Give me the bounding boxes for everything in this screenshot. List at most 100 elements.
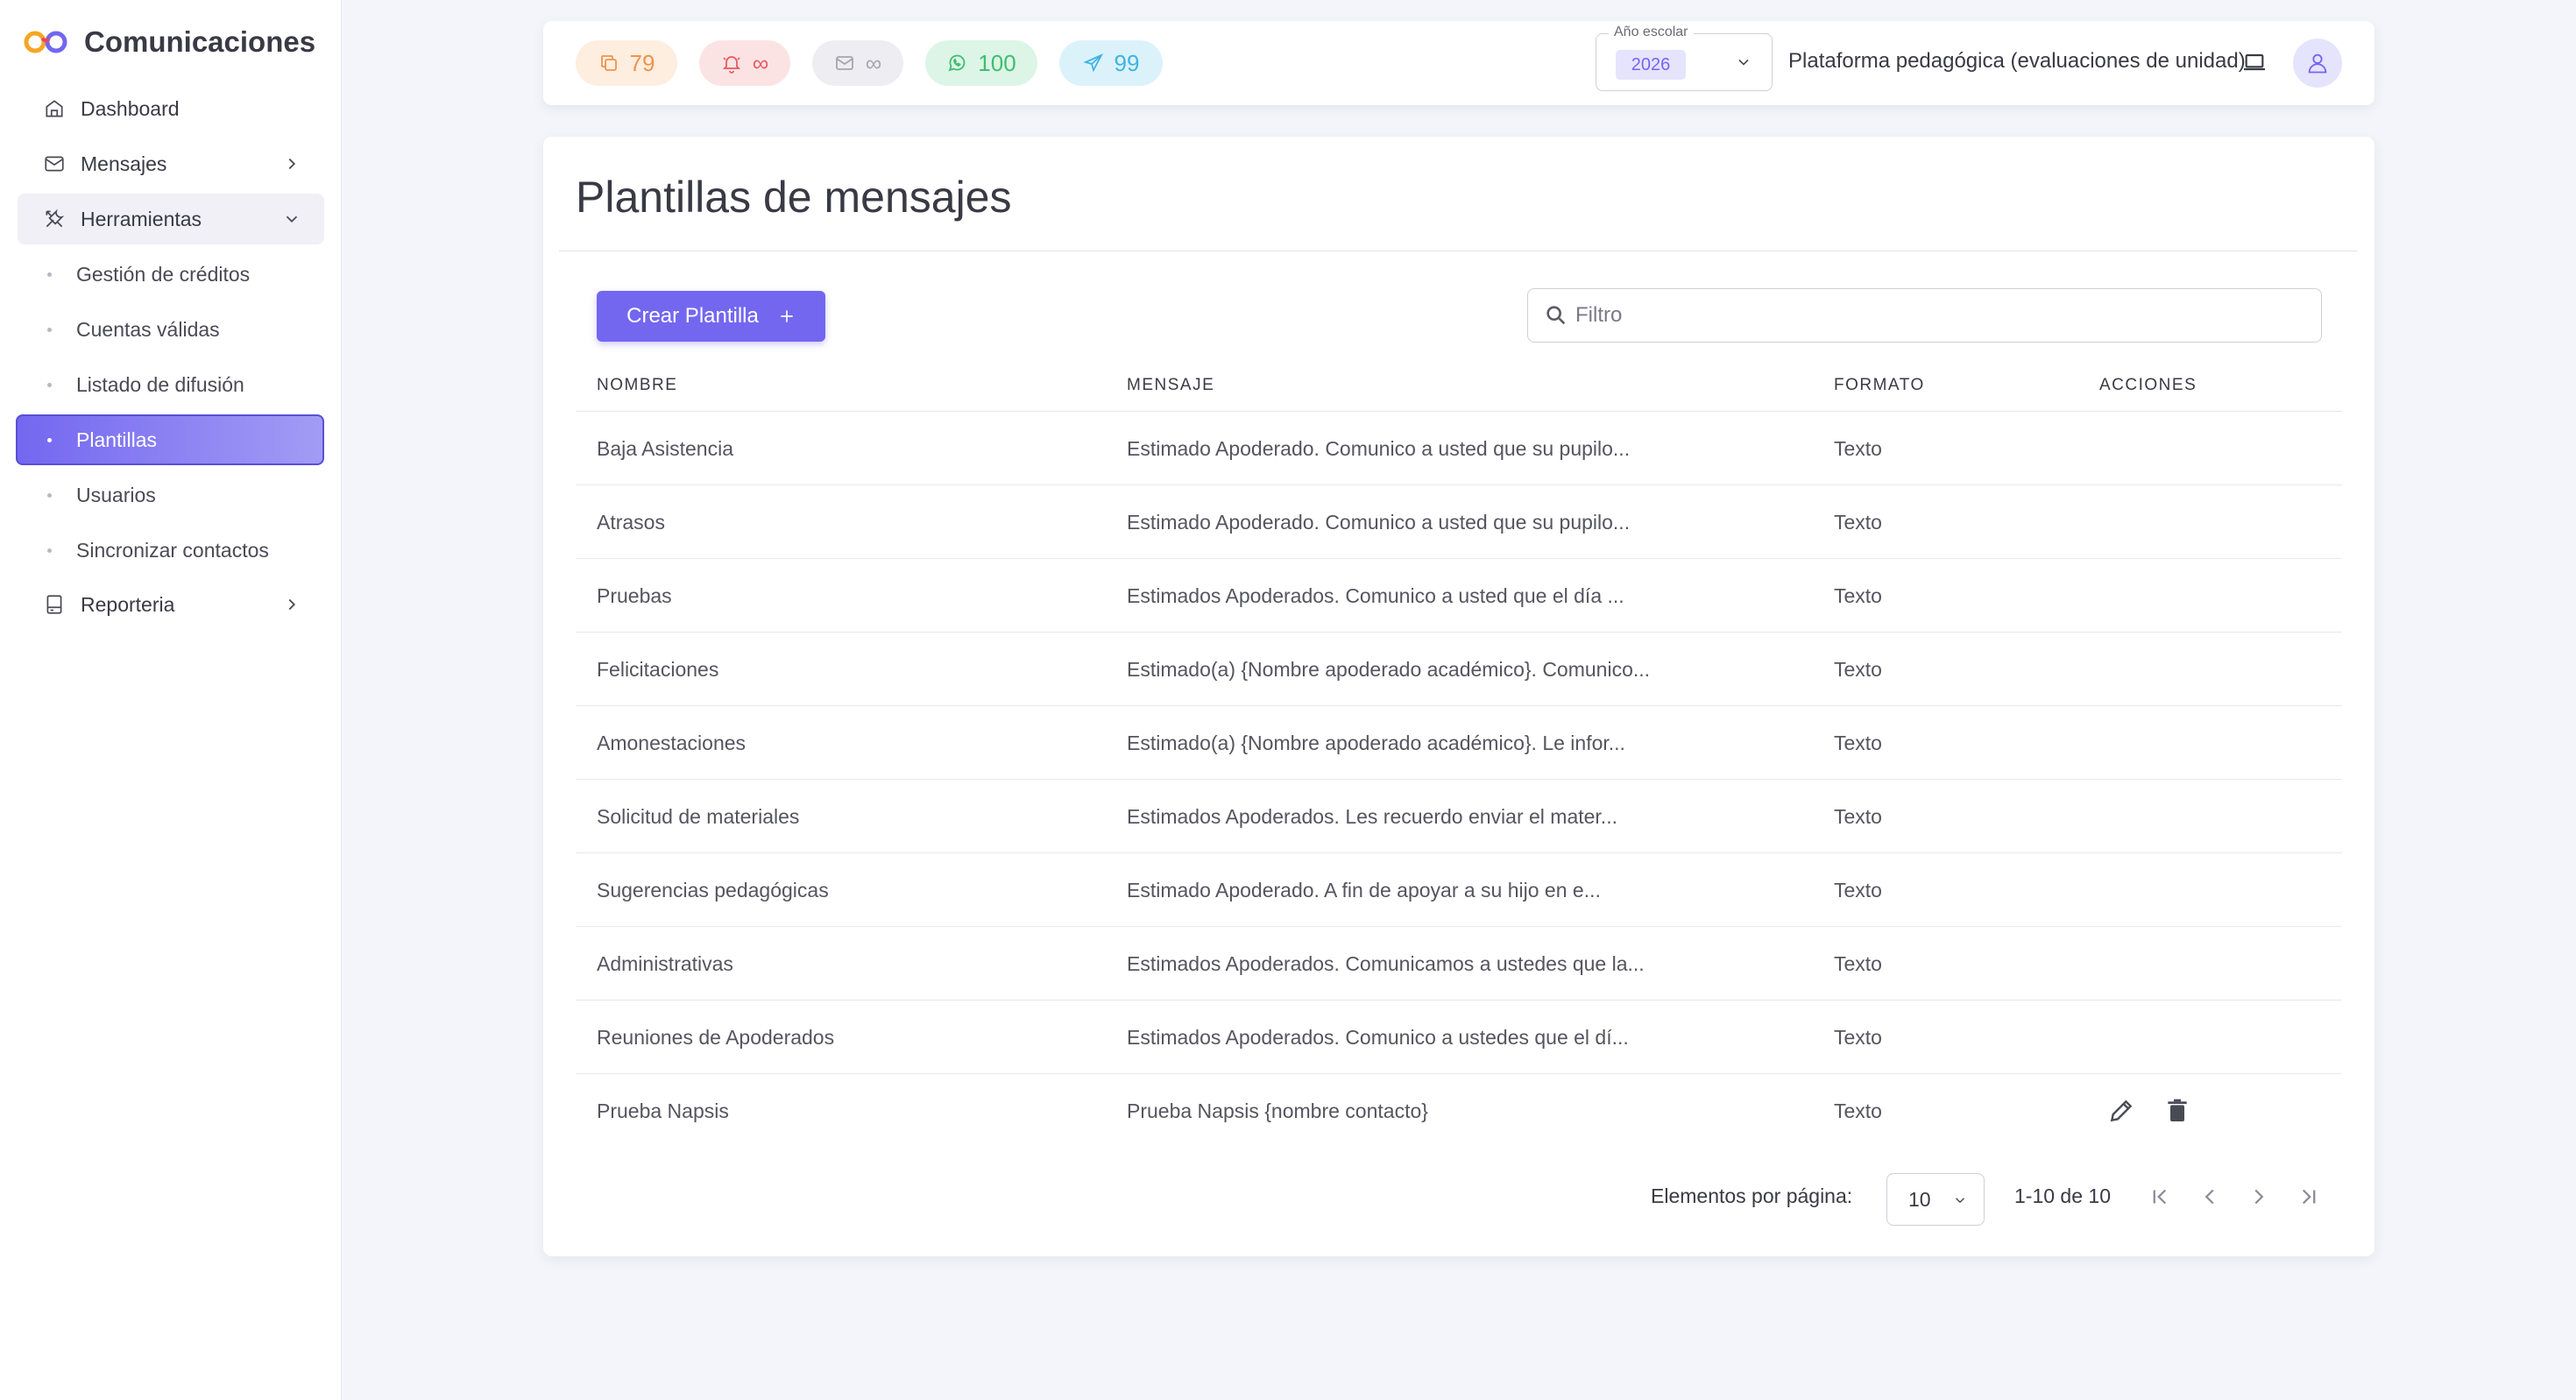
telegram-counter[interactable]: 99 <box>1059 40 1163 86</box>
email-counter[interactable]: ∞ <box>812 40 903 86</box>
items-per-page-value: 10 <box>1908 1187 1931 1211</box>
cell-message: Estimado(a) {Nombre apoderado académico}… <box>1127 658 1651 681</box>
avatar[interactable] <box>2293 39 2342 88</box>
laptop-icon[interactable] <box>2240 48 2268 76</box>
sidebar-item-reporteria[interactable]: Reporteria <box>18 579 324 630</box>
school-year-select[interactable]: Año escolar 2026 <box>1596 25 1773 91</box>
items-per-page-label: Elementos por página: <box>1651 1184 1853 1207</box>
sidebar-subitem-label: Plantillas <box>76 428 158 451</box>
first-page-icon <box>2153 1189 2167 1205</box>
logo-icon <box>24 31 67 53</box>
column-header-formato[interactable]: FORMATO <box>1834 359 1925 412</box>
chevron-right-icon <box>288 158 296 170</box>
sidebar-subitem-cuentas-validas[interactable]: Cuentas válidas <box>16 304 324 355</box>
filter-input[interactable] <box>1575 303 2294 328</box>
report-icon <box>42 592 67 617</box>
sidebar: Comunicaciones Dashboard Mensajes Herram… <box>0 0 342 1400</box>
bullet-icon <box>47 437 52 442</box>
alerts-counter[interactable]: ∞ <box>699 40 790 86</box>
credits-counter[interactable]: 79 <box>576 40 677 86</box>
table-row[interactable]: Felicitaciones Estimado(a) {Nombre apode… <box>576 633 2342 706</box>
column-header-mensaje[interactable]: MENSAJE <box>1127 359 1214 412</box>
create-template-label: Crear Plantilla <box>626 304 759 328</box>
school-year-chip: 2026 <box>1616 50 1686 80</box>
last-page-button[interactable] <box>2296 1184 2322 1210</box>
cell-format: Texto <box>1834 511 1882 534</box>
cell-message: Estimado Apoderado. Comunico a usted que… <box>1127 511 1631 534</box>
sidebar-item-label: Dashboard <box>81 96 180 120</box>
copy-icon <box>600 55 617 71</box>
cell-format: Texto <box>1834 437 1882 460</box>
cell-name: Administrativas <box>597 952 733 975</box>
whatsapp-counter[interactable]: 100 <box>925 40 1037 86</box>
sidebar-subitem-plantillas[interactable]: Plantillas <box>16 414 324 465</box>
cell-name: Felicitaciones <box>597 658 719 681</box>
chevron-left-icon <box>2204 1189 2214 1205</box>
delete-icon[interactable] <box>2163 1097 2191 1125</box>
sidebar-item-herramientas[interactable]: Herramientas <box>18 194 324 244</box>
table-row[interactable]: Baja Asistencia Estimado Apoderado. Comu… <box>576 412 2342 485</box>
sidebar-subitem-sincronizar-contactos[interactable]: Sincronizar contactos <box>16 525 324 576</box>
cell-message: Estimados Apoderados. Les recuerdo envia… <box>1127 805 1617 828</box>
items-per-page-select[interactable]: 10 <box>1886 1173 1985 1226</box>
school-year-legend: Año escolar <box>1609 25 1694 40</box>
page-title: Plantillas de mensajes <box>576 173 1012 222</box>
sidebar-subitem-listado-difusion[interactable]: Listado de difusión <box>16 359 324 410</box>
first-page-button[interactable] <box>2147 1184 2173 1210</box>
table-header: NOMBRE MENSAJE FORMATO ACCIONES <box>576 359 2342 412</box>
table-row[interactable]: Prueba Napsis Prueba Napsis {nombre cont… <box>576 1074 2342 1148</box>
create-template-button[interactable]: Crear Plantilla <box>597 291 825 342</box>
table-row[interactable]: Amonestaciones Estimado(a) {Nombre apode… <box>576 706 2342 780</box>
chevron-down-icon <box>286 216 298 223</box>
edit-icon[interactable] <box>2107 1097 2135 1125</box>
cell-format: Texto <box>1834 1026 1882 1049</box>
cell-message: Estimados Apoderados. Comunicamos a uste… <box>1127 952 1645 975</box>
page-range: 1-10 de 10 <box>2014 1184 2111 1207</box>
next-page-button[interactable] <box>2246 1184 2272 1210</box>
table-row[interactable]: Pruebas Estimados Apoderados. Comunico a… <box>576 559 2342 633</box>
sidebar-subitem-label: Sincronizar contactos <box>76 538 269 562</box>
platform-label: Plataforma pedagógica (evaluaciones de u… <box>1788 49 2246 73</box>
sidebar-subitem-label: Usuarios <box>76 483 156 506</box>
cell-name: Pruebas <box>597 584 672 607</box>
home-icon <box>42 96 67 121</box>
plus-icon <box>781 310 793 322</box>
sidebar-item-dashboard[interactable]: Dashboard <box>18 83 324 134</box>
cell-message: Estimado(a) {Nombre apoderado académico}… <box>1127 732 1625 754</box>
sidebar-subitem-usuarios[interactable]: Usuarios <box>16 470 324 520</box>
last-page-icon <box>2302 1189 2316 1205</box>
cell-format: Texto <box>1834 658 1882 681</box>
table-row[interactable]: Administrativas Estimados Apoderados. Co… <box>576 927 2342 1001</box>
chevron-right-icon <box>288 598 296 611</box>
sidebar-subitem-label: Listado de difusión <box>76 372 244 396</box>
cell-message: Estimados Apoderados. Comunico a ustedes… <box>1127 1026 1629 1049</box>
cell-name: Prueba Napsis <box>597 1099 729 1122</box>
cell-format: Texto <box>1834 732 1882 754</box>
cell-name: Solicitud de materiales <box>597 805 800 828</box>
cell-message: Estimados Apoderados. Comunico a usted q… <box>1127 584 1624 607</box>
sidebar-item-label: Reporteria <box>81 592 175 616</box>
sidebar-subitem-gestion-creditos[interactable]: Gestión de créditos <box>16 249 324 300</box>
cell-message: Estimado Apoderado. Comunico a usted que… <box>1127 437 1631 460</box>
column-header-acciones: ACCIONES <box>2099 376 2197 394</box>
brand[interactable]: Comunicaciones <box>23 23 315 61</box>
sidebar-item-label: Mensajes <box>81 152 167 175</box>
previous-page-button[interactable] <box>2197 1184 2223 1210</box>
table-row[interactable]: Reuniones de Apoderados Estimados Apoder… <box>576 1001 2342 1074</box>
cell-format: Texto <box>1834 805 1882 828</box>
table-row[interactable]: Sugerencias pedagógicas Estimado Apodera… <box>576 853 2342 927</box>
table-row[interactable]: Atrasos Estimado Apoderado. Comunico a u… <box>576 485 2342 559</box>
cell-name: Reuniones de Apoderados <box>597 1026 835 1049</box>
cell-message: Prueba Napsis {nombre contacto} <box>1127 1099 1428 1122</box>
mail-icon <box>835 56 853 70</box>
sidebar-item-label: Herramientas <box>81 207 202 230</box>
search-icon <box>1546 306 1566 325</box>
cell-name: Sugerencias pedagógicas <box>597 879 829 902</box>
cell-name: Amonestaciones <box>597 732 747 754</box>
filter-field[interactable] <box>1527 288 2322 343</box>
cell-format: Texto <box>1834 1099 1882 1122</box>
column-header-nombre[interactable]: NOMBRE <box>597 359 677 412</box>
user-icon <box>2308 53 2327 74</box>
sidebar-item-mensajes[interactable]: Mensajes <box>18 138 324 189</box>
table-row[interactable]: Solicitud de materiales Estimados Apoder… <box>576 780 2342 853</box>
